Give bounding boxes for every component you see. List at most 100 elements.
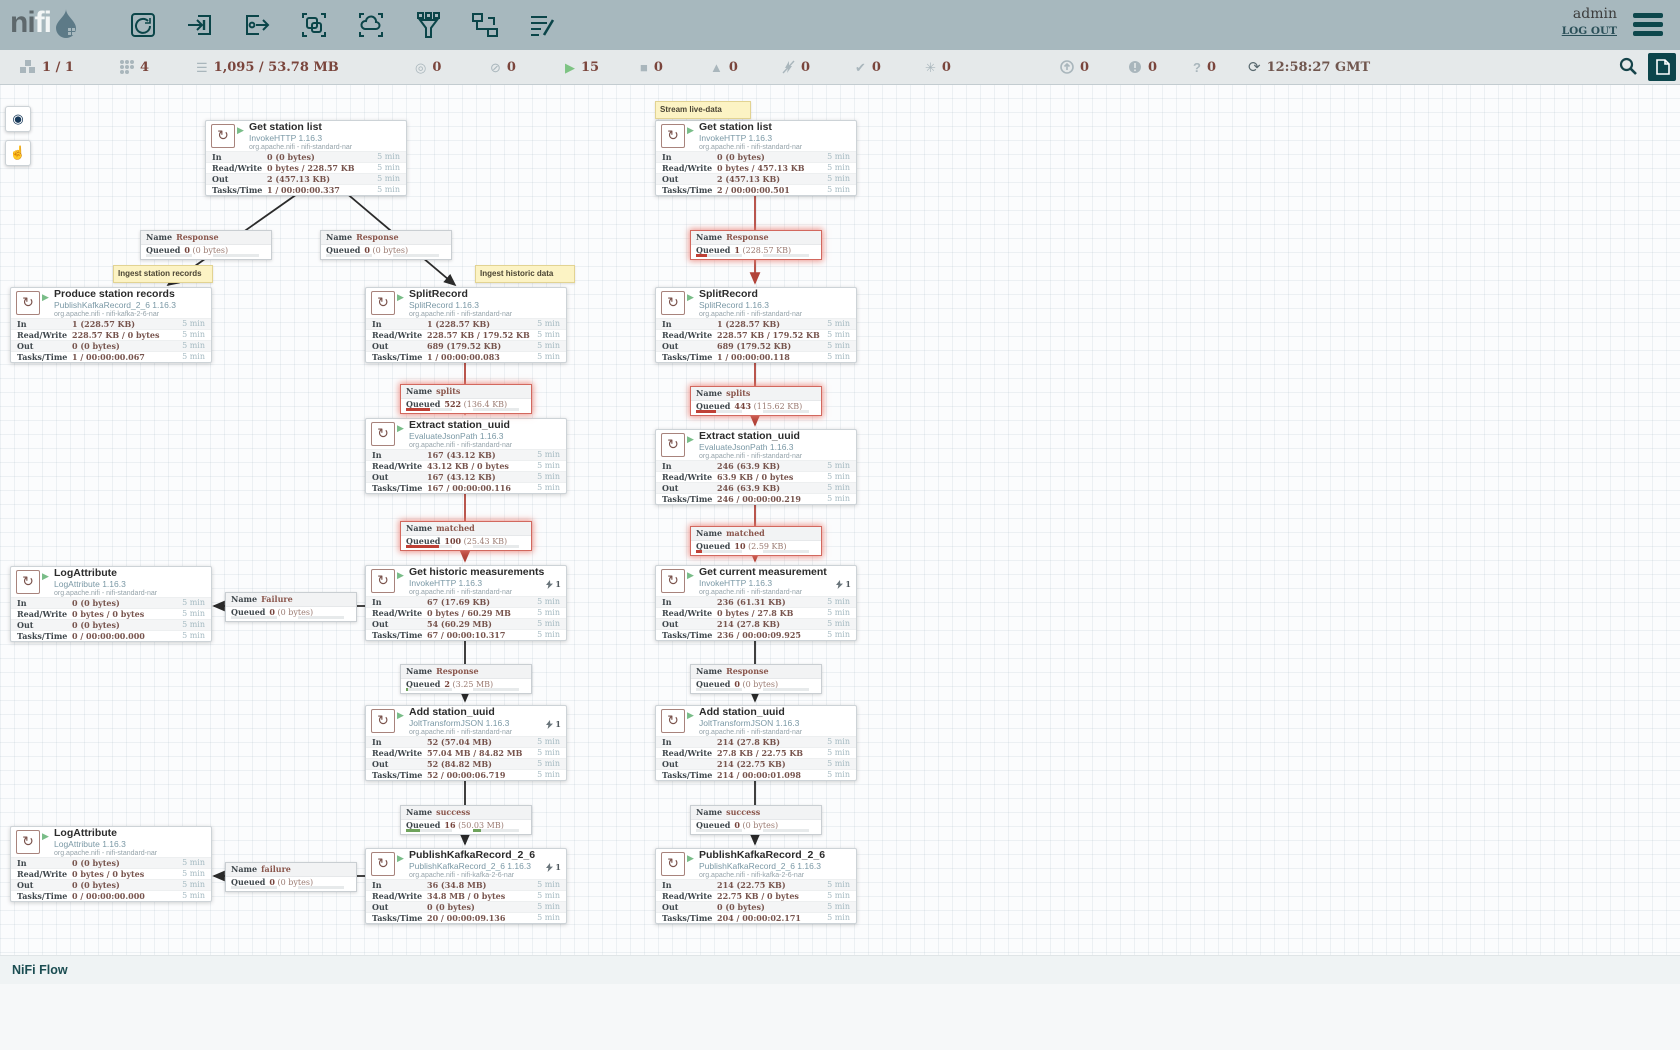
- connection-queued-row: Queued2 (3.25 MB): [401, 679, 531, 693]
- stat-row-in: In1 (228.57 KB)5 min: [366, 318, 566, 329]
- processor-type: EvaluateJsonPath 1.16.3: [409, 432, 548, 441]
- hand-icon: ☝: [10, 145, 26, 160]
- processor-tool-icon[interactable]: [128, 10, 158, 40]
- warning-triangle-icon: ▲: [710, 61, 723, 74]
- stat-row-in: In67 (17.69 KB)5 min: [366, 596, 566, 607]
- processor-type: SplitRecord 1.16.3: [699, 301, 838, 310]
- connection-name-row: NameResponse: [321, 231, 451, 245]
- processor[interactable]: ↻ ▶ LogAttribute LogAttribute 1.16.3 org…: [10, 566, 212, 642]
- running-status-icon: ▶: [42, 831, 49, 842]
- template-tool-icon[interactable]: [470, 10, 500, 40]
- refresh-icon[interactable]: ⟳: [1248, 60, 1261, 75]
- stat-row-out: Out689 (179.52 KB)5 min: [366, 340, 566, 351]
- status-running: ▶ 15: [565, 50, 599, 84]
- processor[interactable]: ↻ ▶ Add station_uuid JoltTransformJSON 1…: [655, 705, 857, 781]
- global-menu-icon[interactable]: [1633, 13, 1663, 40]
- connection-label[interactable]: Namefailure Queued0 (0 bytes): [225, 862, 357, 892]
- processor[interactable]: ↻ ▶ SplitRecord SplitRecord 1.16.3 org.a…: [655, 287, 857, 363]
- backpressure-size-bar: [763, 410, 809, 413]
- funnel-tool-icon[interactable]: [413, 10, 443, 40]
- stat-row-read-write: Read/Write43.12 KB / 0 bytes5 min: [366, 460, 566, 471]
- processor[interactable]: ↻ ▶ Get station list InvokeHTTP 1.16.3 o…: [655, 120, 857, 196]
- connection-label[interactable]: Namesplits Queued522 (136.4 KB): [400, 384, 532, 414]
- processor-type: SplitRecord 1.16.3: [409, 301, 548, 310]
- logo-text: ni: [10, 6, 35, 40]
- pan-hand-button[interactable]: ☝: [5, 140, 31, 166]
- canvas-label[interactable]: Ingest historic data: [475, 265, 575, 283]
- stat-row-out: Out54 (60.29 MB)5 min: [366, 618, 566, 629]
- connection-name-row: NameFailure: [226, 593, 356, 607]
- connection-label[interactable]: Namesplits Queued443 (115.62 KB): [690, 386, 822, 416]
- label-tool-icon[interactable]: [527, 10, 557, 40]
- stat-row-read-write: Read/Write57.04 MB / 84.82 MB5 min: [366, 747, 566, 758]
- processor[interactable]: ↻ ▶ Add station_uuid JoltTransformJSON 1…: [365, 705, 567, 781]
- stat-row-tasks-time: Tasks/Time236 / 00:00:09.9255 min: [656, 629, 856, 640]
- flow-canvas[interactable]: [0, 84, 1680, 955]
- active-threads-badge: 1: [546, 719, 561, 729]
- stat-row-read-write: Read/Write228.57 KB / 0 bytes5 min: [11, 329, 211, 340]
- connection-label[interactable]: Namematched Queued100 (25.43 KB): [400, 521, 532, 551]
- processor[interactable]: ↻ ▶ Get historic measurements InvokeHTTP…: [365, 565, 567, 641]
- processor-name: Get current measurement: [699, 567, 838, 579]
- connection-queued-row: Queued0 (0 bytes): [141, 245, 271, 259]
- stat-row-in: In0 (0 bytes)5 min: [11, 597, 211, 608]
- connection-label[interactable]: Namematched Queued10 (2.59 KB): [690, 526, 822, 556]
- breadcrumb[interactable]: NiFi Flow: [12, 963, 68, 977]
- connection-label[interactable]: Namesuccess Queued0 (0 bytes): [690, 805, 822, 835]
- processor[interactable]: ↻ ▶ LogAttribute LogAttribute 1.16.3 org…: [10, 826, 212, 902]
- connection-label[interactable]: NameResponse Queued0 (0 bytes): [320, 230, 452, 260]
- processor[interactable]: ↻ ▶ SplitRecord SplitRecord 1.16.3 org.a…: [365, 287, 567, 363]
- stat-row-out: Out167 (43.12 KB)5 min: [366, 471, 566, 482]
- processor[interactable]: ↻ ▶ PublishKafkaRecord_2_6 PublishKafkaR…: [365, 848, 567, 924]
- connection-queued-row: Queued1 (228.57 KB): [691, 245, 821, 259]
- connection-label[interactable]: NameResponse Queued2 (3.25 MB): [400, 664, 532, 694]
- connection-name-row: NameResponse: [141, 231, 271, 245]
- connection-queued-row: Queued0 (0 bytes): [321, 245, 451, 259]
- logout-link[interactable]: LOG OUT: [1562, 25, 1617, 37]
- canvas-label[interactable]: Ingest station records: [113, 265, 213, 283]
- connection-label[interactable]: NameResponse Queued1 (228.57 KB): [690, 230, 822, 260]
- status-locally-modified: ✳ 0: [925, 50, 951, 84]
- processor-icon: ↻: [661, 852, 685, 876]
- arrow-up-circle-icon: [1060, 60, 1074, 74]
- running-status-icon: ▶: [397, 570, 404, 581]
- navigate-button[interactable]: ◉: [5, 106, 31, 132]
- stat-row-in: In1 (228.57 KB)5 min: [656, 318, 856, 329]
- input-port-tool-icon[interactable]: [185, 10, 215, 40]
- processor-type: PublishKafkaRecord_2_6 1.16.3: [699, 862, 838, 871]
- stat-row-in: In1 (228.57 KB)5 min: [11, 318, 211, 329]
- connection-label[interactable]: NameResponse Queued0 (0 bytes): [140, 230, 272, 260]
- stat-row-tasks-time: Tasks/Time1 / 00:00:00.1185 min: [656, 351, 856, 362]
- search-button[interactable]: [1618, 56, 1638, 81]
- processor-type: InvokeHTTP 1.16.3: [409, 579, 548, 588]
- processor[interactable]: ↻ ▶ PublishKafkaRecord_2_6 PublishKafkaR…: [655, 848, 857, 924]
- running-status-icon: ▶: [397, 292, 404, 303]
- processor[interactable]: ↻ ▶ Get station list InvokeHTTP 1.16.3 o…: [205, 120, 407, 196]
- status-queued: ☰ 1,095 / 53.78 MB: [196, 50, 339, 84]
- processor-type: JoltTransformJSON 1.16.3: [699, 719, 838, 728]
- remote-process-group-tool-icon[interactable]: [356, 10, 386, 40]
- connection-label[interactable]: NameFailure Queued0 (0 bytes): [225, 592, 357, 622]
- canvas-label[interactable]: Stream live-data: [655, 101, 751, 119]
- backpressure-object-bar: [231, 886, 277, 889]
- processor[interactable]: ↻ ▶ Extract station_uuid EvaluateJsonPat…: [655, 429, 857, 505]
- connection-name-row: Namematched: [691, 527, 821, 541]
- settings-panel-button[interactable]: [1648, 53, 1676, 81]
- stat-row-tasks-time: Tasks/Time167 / 00:00:00.1165 min: [366, 482, 566, 493]
- status-last-refresh: ⟳ 12:58:27 GMT: [1248, 50, 1370, 84]
- output-port-tool-icon[interactable]: [242, 10, 272, 40]
- stat-row-out: Out52 (84.82 MB)5 min: [366, 758, 566, 769]
- processor-icon: ↻: [16, 291, 40, 315]
- backpressure-object-bar: [696, 410, 742, 413]
- processor[interactable]: ↻ ▶ Produce station records PublishKafka…: [10, 287, 212, 363]
- current-user: admin: [1562, 6, 1617, 22]
- processor[interactable]: ↻ ▶ Extract station_uuid EvaluateJsonPat…: [365, 418, 567, 494]
- status-sync-failure: ? 0: [1193, 50, 1216, 84]
- connection-label[interactable]: NameResponse Queued0 (0 bytes): [690, 664, 822, 694]
- connection-label[interactable]: Namesuccess Queued16 (50.03 MB): [400, 805, 532, 835]
- backpressure-object-bar: [406, 829, 452, 832]
- processor[interactable]: ↻ ▶ Get current measurement InvokeHTTP 1…: [655, 565, 857, 641]
- backpressure-object-bar: [231, 616, 277, 619]
- process-group-tool-icon[interactable]: [299, 10, 329, 40]
- threads-icon: [546, 720, 553, 729]
